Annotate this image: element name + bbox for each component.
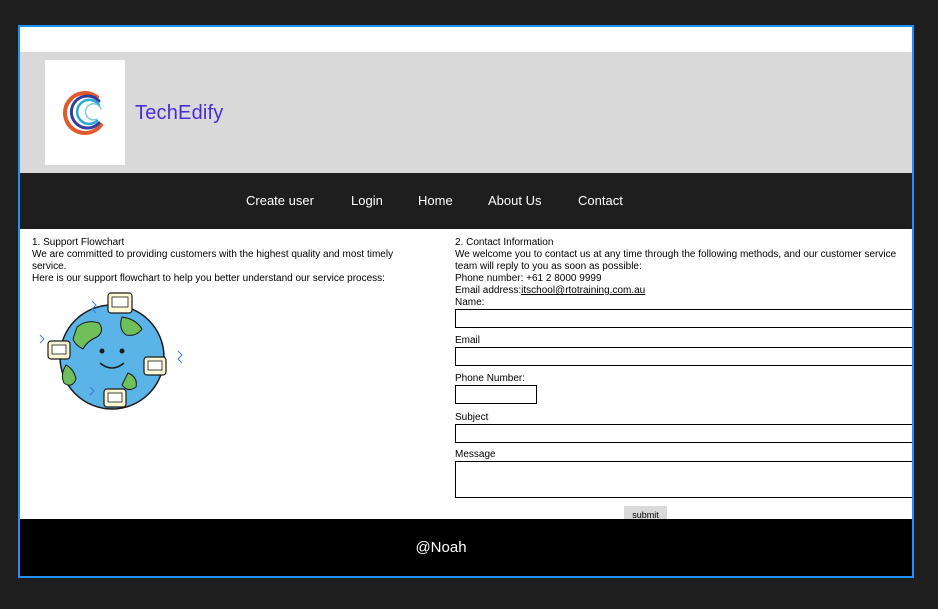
email-link[interactable]: itschool@rtotraining.com.au — [521, 285, 645, 296]
main-nav: Create user Login Home About Us Contact — [20, 173, 912, 229]
email-field-label: Email — [455, 335, 481, 346]
email-label: Email address: — [455, 285, 522, 296]
contact-intro: We welcome you to contact us at any time… — [455, 249, 897, 272]
contact-form: Name: Email Phone Number: Subject Messag… — [455, 297, 912, 523]
name-field[interactable] — [455, 309, 912, 328]
site-header: TechEdify — [20, 52, 912, 173]
support-text-1: We are committed to providing customers … — [32, 249, 394, 272]
page-frame: TechEdify Create user Login Home About U… — [18, 25, 914, 578]
nav-home[interactable]: Home — [418, 193, 453, 208]
message-label: Message — [455, 449, 496, 460]
nav-about-us[interactable]: About Us — [488, 193, 541, 208]
site-footer: @Noah — [20, 519, 912, 576]
logo[interactable] — [45, 60, 125, 165]
support-section: 1. Support Flowchart We are committed to… — [32, 237, 412, 415]
email-field[interactable] — [455, 347, 912, 366]
nav-contact[interactable]: Contact — [578, 193, 623, 208]
earth-with-computers-illustration-icon — [39, 292, 183, 410]
message-field[interactable] — [455, 461, 912, 498]
swirl-circle-logo-icon — [63, 90, 103, 135]
contact-heading: 2. Contact Information — [455, 237, 554, 248]
nav-create-user[interactable]: Create user — [246, 193, 314, 208]
support-text-2: Here is our support flowchart to help yo… — [32, 273, 385, 284]
support-heading: 1. Support Flowchart — [32, 237, 125, 248]
contact-phone: Phone number: +61 2 8000 9999 — [455, 273, 602, 284]
name-label: Name: — [455, 297, 485, 308]
brand-name[interactable]: TechEdify — [135, 102, 224, 125]
subject-field[interactable] — [455, 424, 912, 443]
phone-label: Phone Number: — [455, 373, 526, 384]
contact-email-line: Email address:itschool@rtotraining.com.a… — [455, 285, 912, 297]
main-content: 1. Support Flowchart We are committed to… — [20, 229, 912, 523]
subject-label: Subject — [455, 412, 489, 423]
nav-login[interactable]: Login — [351, 193, 383, 208]
phone-field[interactable] — [455, 385, 537, 404]
contact-section: 2. Contact Information We welcome you to… — [455, 237, 912, 523]
footer-credit: @Noah — [415, 539, 467, 556]
